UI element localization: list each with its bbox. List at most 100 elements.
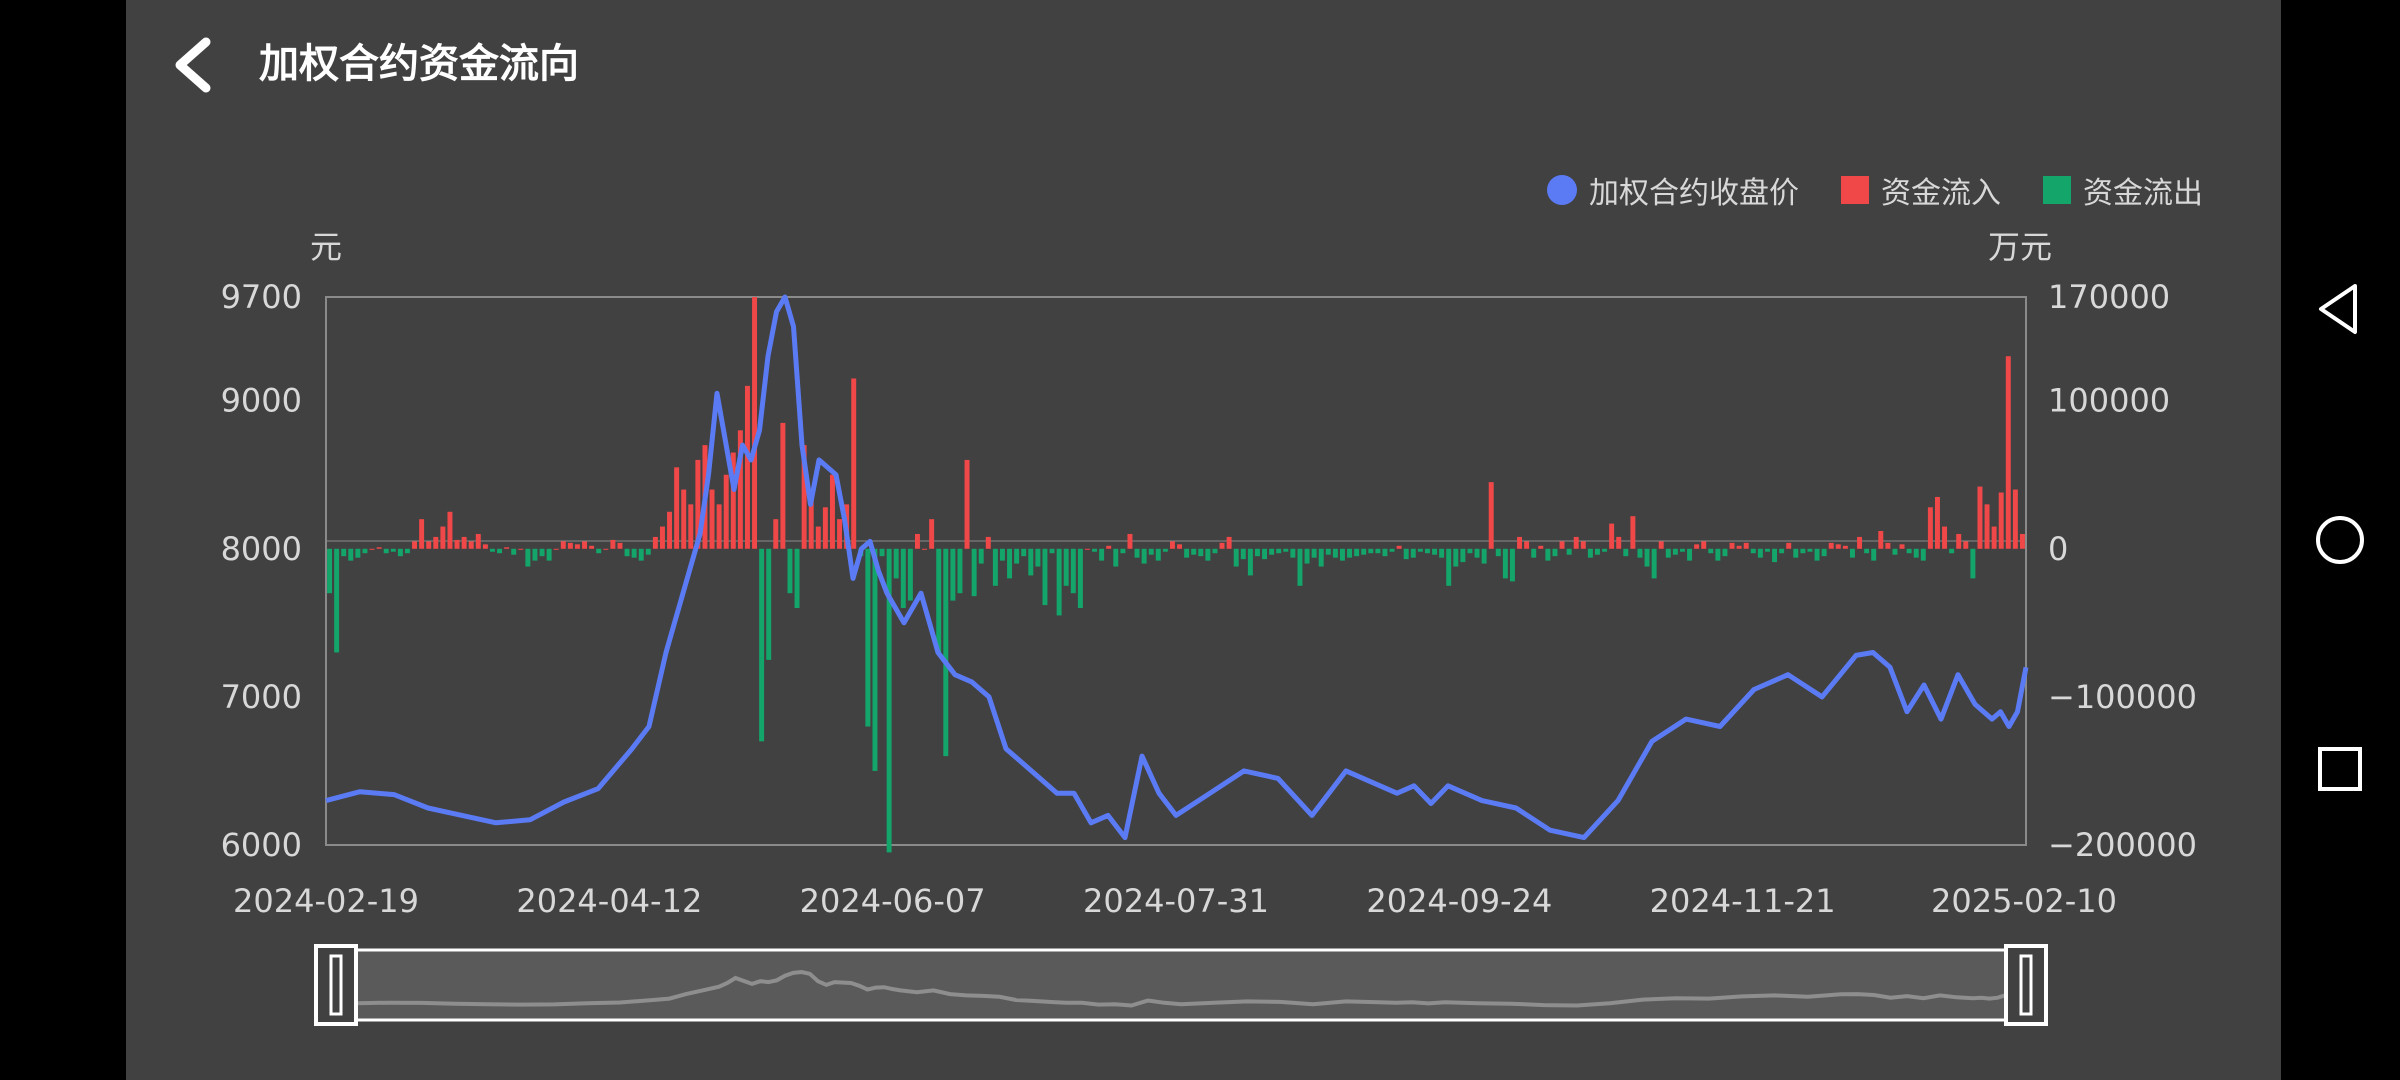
inflow-bar xyxy=(723,474,729,549)
outflow-bar xyxy=(1424,548,1430,554)
outflow-bar xyxy=(1460,548,1466,563)
flow-bars xyxy=(327,297,2025,853)
outflow-bar xyxy=(1708,548,1714,554)
inflow-bar xyxy=(1927,507,1933,549)
outflow-bar xyxy=(1552,548,1558,557)
outflow-bar xyxy=(1347,548,1353,558)
plot-frame xyxy=(325,296,2027,846)
outflow-bar xyxy=(1439,548,1445,558)
outflow-bar xyxy=(1382,548,1388,557)
right-tick-label: 170000 xyxy=(2048,278,2170,316)
inflow-bar xyxy=(829,474,835,549)
outflow-bar xyxy=(334,548,340,653)
inflow-bar xyxy=(709,489,715,549)
inflow-bar xyxy=(1934,496,1940,549)
outflow-bar xyxy=(546,548,552,561)
inflow-bar xyxy=(1396,545,1402,549)
inflow-bar xyxy=(1517,536,1523,549)
inflow-bar xyxy=(560,541,566,549)
x-tick-label: 2024-09-24 xyxy=(1366,882,1552,920)
zoom-handle-right[interactable] xyxy=(2004,944,2048,1026)
inflow-bar xyxy=(1573,536,1579,549)
right-tick-label: −200000 xyxy=(2048,826,2197,864)
outflow-bar xyxy=(511,548,517,555)
outflow-bar xyxy=(794,548,800,609)
outflow-bar xyxy=(1566,548,1572,555)
outflow-bar xyxy=(992,548,998,586)
inflow-bar xyxy=(851,378,857,549)
outflow-bar xyxy=(1361,548,1367,555)
left-axis-ticks: 9700 9000 8000 7000 6000 xyxy=(221,278,302,864)
inflow-bar xyxy=(1630,516,1636,549)
outflow-bar xyxy=(1906,548,1912,554)
outflow-bar xyxy=(1871,548,1877,561)
zoom-slider[interactable] xyxy=(314,944,2048,1026)
outflow-bar xyxy=(1240,548,1246,560)
outflow-bar xyxy=(596,548,602,554)
outflow-bar xyxy=(1389,548,1395,552)
outflow-bar xyxy=(638,548,644,561)
outflow-bar xyxy=(1014,548,1020,564)
outflow-bar xyxy=(1198,548,1204,557)
x-tick-label: 2024-06-07 xyxy=(800,882,986,920)
zoom-handle-left[interactable] xyxy=(314,944,358,1026)
outflow-bar xyxy=(1247,548,1253,576)
inflow-bar xyxy=(482,544,488,549)
outflow-bar xyxy=(1191,548,1197,555)
outflow-bar xyxy=(1722,548,1728,557)
inflow-bar xyxy=(376,547,382,549)
inflow-bar xyxy=(815,526,821,549)
right-axis-unit: 万元 xyxy=(1988,228,2052,266)
outflow-bar xyxy=(1205,548,1211,561)
inflow-bar xyxy=(440,526,446,549)
outflow-bar xyxy=(1354,548,1360,557)
outflow-bar xyxy=(362,548,368,554)
inflow-bar xyxy=(1127,533,1133,549)
outflow-bar xyxy=(971,548,977,597)
outflow-bar xyxy=(1864,548,1870,554)
inflow-bar xyxy=(1842,545,1848,549)
outflow-bar xyxy=(1623,548,1629,557)
outflow-bar xyxy=(327,548,333,594)
outflow-bar xyxy=(759,548,765,742)
outflow-bar xyxy=(1849,548,1855,558)
left-axis-unit: 元 xyxy=(310,228,342,266)
inflow-bar xyxy=(419,519,425,549)
outflow-bar xyxy=(1162,548,1168,552)
circle-home-icon[interactable] xyxy=(2305,505,2375,575)
triangle-back-icon[interactable] xyxy=(2305,274,2375,344)
outflow-bar xyxy=(1679,548,1685,552)
outflow-bar xyxy=(1602,548,1608,552)
outflow-bar xyxy=(1049,548,1055,554)
outflow-bar xyxy=(1467,548,1473,554)
inflow-bar xyxy=(1984,504,1990,549)
inflow-bar xyxy=(837,519,843,549)
left-tick-label: 6000 xyxy=(221,826,302,864)
left-tick-label: 9000 xyxy=(221,382,302,420)
app-window: 加权合约资金流向 加权合约收盘价 资金流入 资金流出 元 万元 9700 9000… xyxy=(126,0,2281,1080)
inflow-bar xyxy=(752,297,758,549)
inflow-bar xyxy=(1658,541,1664,549)
outflow-bar xyxy=(1410,548,1416,558)
outflow-bar xyxy=(1644,548,1650,567)
outflow-bar xyxy=(936,548,942,653)
outflow-bar xyxy=(1779,548,1785,554)
inflow-bar xyxy=(667,511,673,549)
outflow-bar xyxy=(1141,548,1147,564)
inflow-bar xyxy=(433,536,439,549)
inflow-bar xyxy=(1786,542,1792,549)
inflow-bar xyxy=(1878,531,1884,549)
outflow-bar xyxy=(872,548,878,771)
inflow-bar xyxy=(1524,541,1530,549)
outflow-bar xyxy=(907,548,913,601)
zoom-track[interactable] xyxy=(314,948,2048,1022)
inflow-bar xyxy=(1885,542,1891,549)
outflow-bar xyxy=(1687,548,1693,561)
square-recents-icon[interactable] xyxy=(2305,734,2375,804)
outflow-bar xyxy=(1099,548,1105,561)
inflow-bar xyxy=(1226,536,1232,549)
outflow-bar xyxy=(1651,548,1657,579)
outflow-bar xyxy=(1276,548,1282,554)
outflow-bar xyxy=(1807,548,1813,552)
inflow-bar xyxy=(1609,523,1615,549)
